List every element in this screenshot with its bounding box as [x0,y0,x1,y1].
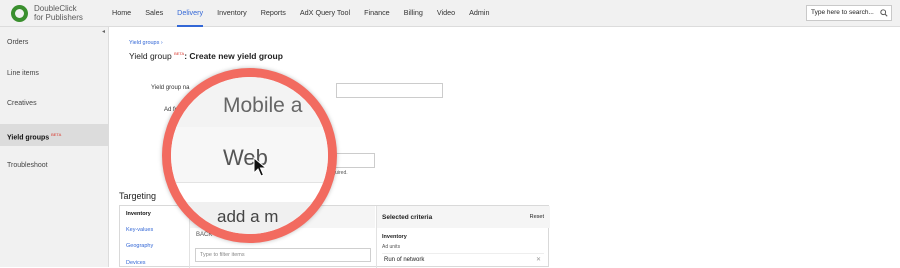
selected-criteria-header: Selected criteria Reset [377,206,550,228]
search-icon[interactable] [880,9,888,17]
targeting-heading: Targeting [119,191,157,201]
sidebar-item-orders[interactable]: Orders [0,32,108,54]
main-nav: Home Sales Delivery Inventory Reports Ad… [112,0,504,27]
search-placeholder: Type here to search... [811,9,874,16]
selected-criteria-panel: Selected criteria Reset Inventory Ad uni… [376,206,550,268]
nav-finance[interactable]: Finance [364,0,390,27]
logo-line2: for Publishers [34,12,83,22]
ad-units-label: Ad units [382,244,401,250]
magnifier-overlay: Mobile a Web add a m [162,68,337,243]
sidebar-item-creatives[interactable]: Creatives [0,93,108,115]
dfp-logo[interactable]: DoubleClick for Publishers [8,3,108,24]
reset-button[interactable]: Reset [530,214,544,220]
magnified-bottom-text: add a m [217,207,279,226]
nav-adx-query-tool[interactable]: AdX Query Tool [300,0,350,27]
sidebar-item-yield-groups[interactable]: Yield groups BETA [0,124,108,146]
yield-group-name-field[interactable] [336,83,443,98]
sidebar-item-troubleshoot[interactable]: Troubleshoot [0,155,108,177]
logo-icon [11,5,28,22]
magnified-option-mobile[interactable]: Mobile a [223,94,302,118]
targeting-devices[interactable]: Devices [126,260,146,266]
nav-video[interactable]: Video [437,0,455,27]
filter-input[interactable]: Type to filter items [195,248,371,262]
selected-criteria-title: Selected criteria [382,214,433,221]
nav-reports[interactable]: Reports [261,0,286,27]
sidebar: ◂ Orders Line items Creatives Yield grou… [0,27,109,267]
search-input[interactable]: Type here to search... [806,5,892,21]
nav-inventory[interactable]: Inventory [217,0,247,27]
page-title: Yield group BETA: Create new yield group [129,51,283,61]
inventory-heading: Inventory [382,234,407,240]
beta-badge: BETA [51,132,62,137]
title-beta-badge: BETA [174,51,185,57]
selected-item-label: Run of network [384,257,425,263]
remove-icon[interactable]: ✕ [536,254,541,266]
nav-billing[interactable]: Billing [404,0,423,27]
targeting-geography[interactable]: Geography [126,243,153,249]
mouse-cursor-icon [253,157,267,177]
selected-item-row: Run of network ✕ [382,253,544,265]
targeting-key-values[interactable]: Key-values [126,227,153,233]
targeting-inventory[interactable]: Inventory [126,211,151,217]
nav-delivery[interactable]: Delivery [177,0,204,27]
nav-home[interactable]: Home [112,0,131,27]
sidebar-item-line-items[interactable]: Line items [0,63,108,85]
nav-sales[interactable]: Sales [145,0,163,27]
top-bar: DoubleClick for Publishers Home Sales De… [0,0,900,27]
breadcrumb[interactable]: Yield groups › [129,40,163,46]
nav-admin[interactable]: Admin [469,0,489,27]
